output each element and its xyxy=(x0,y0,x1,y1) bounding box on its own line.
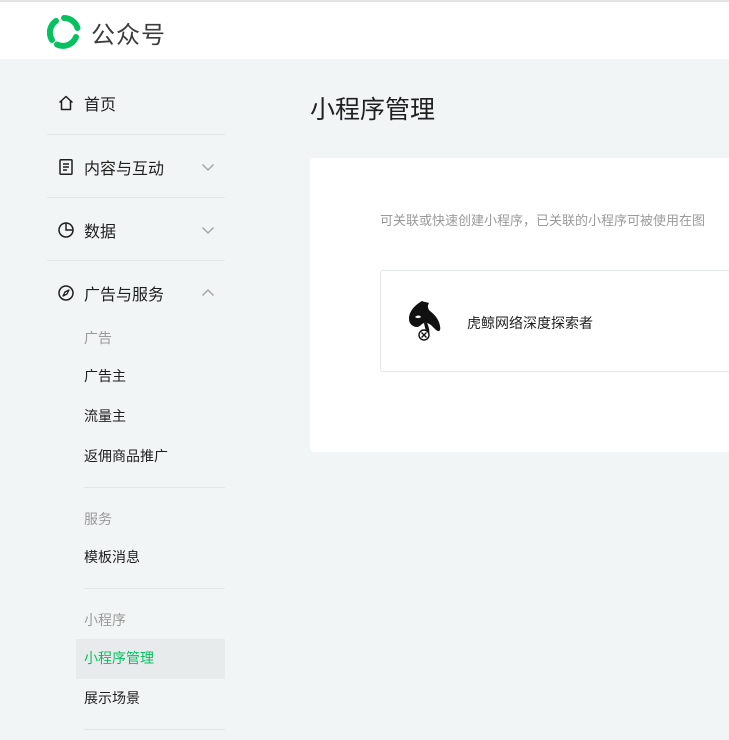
description-text: 可关联或快速创建小程序，已关联的小程序可被使用在图 xyxy=(380,214,706,229)
compass-icon xyxy=(58,284,74,301)
miniprogram-list-item[interactable]: 虎鲸网络深度探索者 xyxy=(380,270,729,372)
chevron-down-icon[interactable] xyxy=(200,159,216,175)
sidebar-group-miniprogram-title: 小程序 xyxy=(84,613,126,629)
sidebar-divider xyxy=(84,588,225,589)
chevron-up-icon[interactable] xyxy=(200,285,216,301)
sidebar-item-label: 广告与服务 xyxy=(84,284,165,304)
miniprogram-name: 虎鲸网络深度探索者 xyxy=(467,316,593,332)
sidebar-item-display-scene[interactable]: 展示场景 xyxy=(76,679,225,719)
sidebar-item-advertiser[interactable]: 广告主 xyxy=(76,357,225,397)
sidebar-item-label: 内容与互动 xyxy=(84,158,165,178)
sidebar-item-content[interactable]: 内容与互动 xyxy=(47,135,225,198)
top-header: 公众号 xyxy=(0,0,729,59)
app-root: 公众号 首页 内容与互动 数据 广告与服务 广告 广告主 流量主 返佣商品推广 … xyxy=(0,0,729,740)
miniprogram-card: 可关联或快速创建小程序，已关联的小程序可被使用在图 虎鲸网络深度探索者 xyxy=(310,158,729,452)
sidebar-group-ads-title: 广告 xyxy=(84,331,112,347)
home-icon xyxy=(58,95,74,110)
sidebar-divider xyxy=(84,487,225,488)
sidebar-group-services-title: 服务 xyxy=(84,512,112,528)
sidebar-item-ads-services[interactable]: 广告与服务 xyxy=(47,261,225,324)
wechat-official-account-logo-icon xyxy=(47,15,81,49)
sidebar-item-template-message[interactable]: 模板消息 xyxy=(76,538,225,578)
sidebar-item-data[interactable]: 数据 xyxy=(47,198,225,261)
brand[interactable]: 公众号 xyxy=(47,14,166,50)
sidebar-item-home[interactable]: 首页 xyxy=(47,71,225,134)
sidebar-item-label: 首页 xyxy=(84,94,117,114)
sidebar-item-commission-promotion[interactable]: 返佣商品推广 xyxy=(76,437,225,477)
brand-name: 公众号 xyxy=(91,20,166,49)
sidebar-divider xyxy=(84,729,225,730)
sidebar-item-label: 数据 xyxy=(84,221,117,241)
sidebar-item-traffic-owner[interactable]: 流量主 xyxy=(76,397,225,437)
pie-chart-icon xyxy=(58,221,74,238)
document-icon xyxy=(59,158,73,175)
page-title: 小程序管理 xyxy=(310,95,436,124)
orca-avatar-icon xyxy=(409,301,441,341)
chevron-down-icon[interactable] xyxy=(200,222,216,238)
sidebar-item-miniprogram-management[interactable]: 小程序管理 xyxy=(76,639,225,679)
